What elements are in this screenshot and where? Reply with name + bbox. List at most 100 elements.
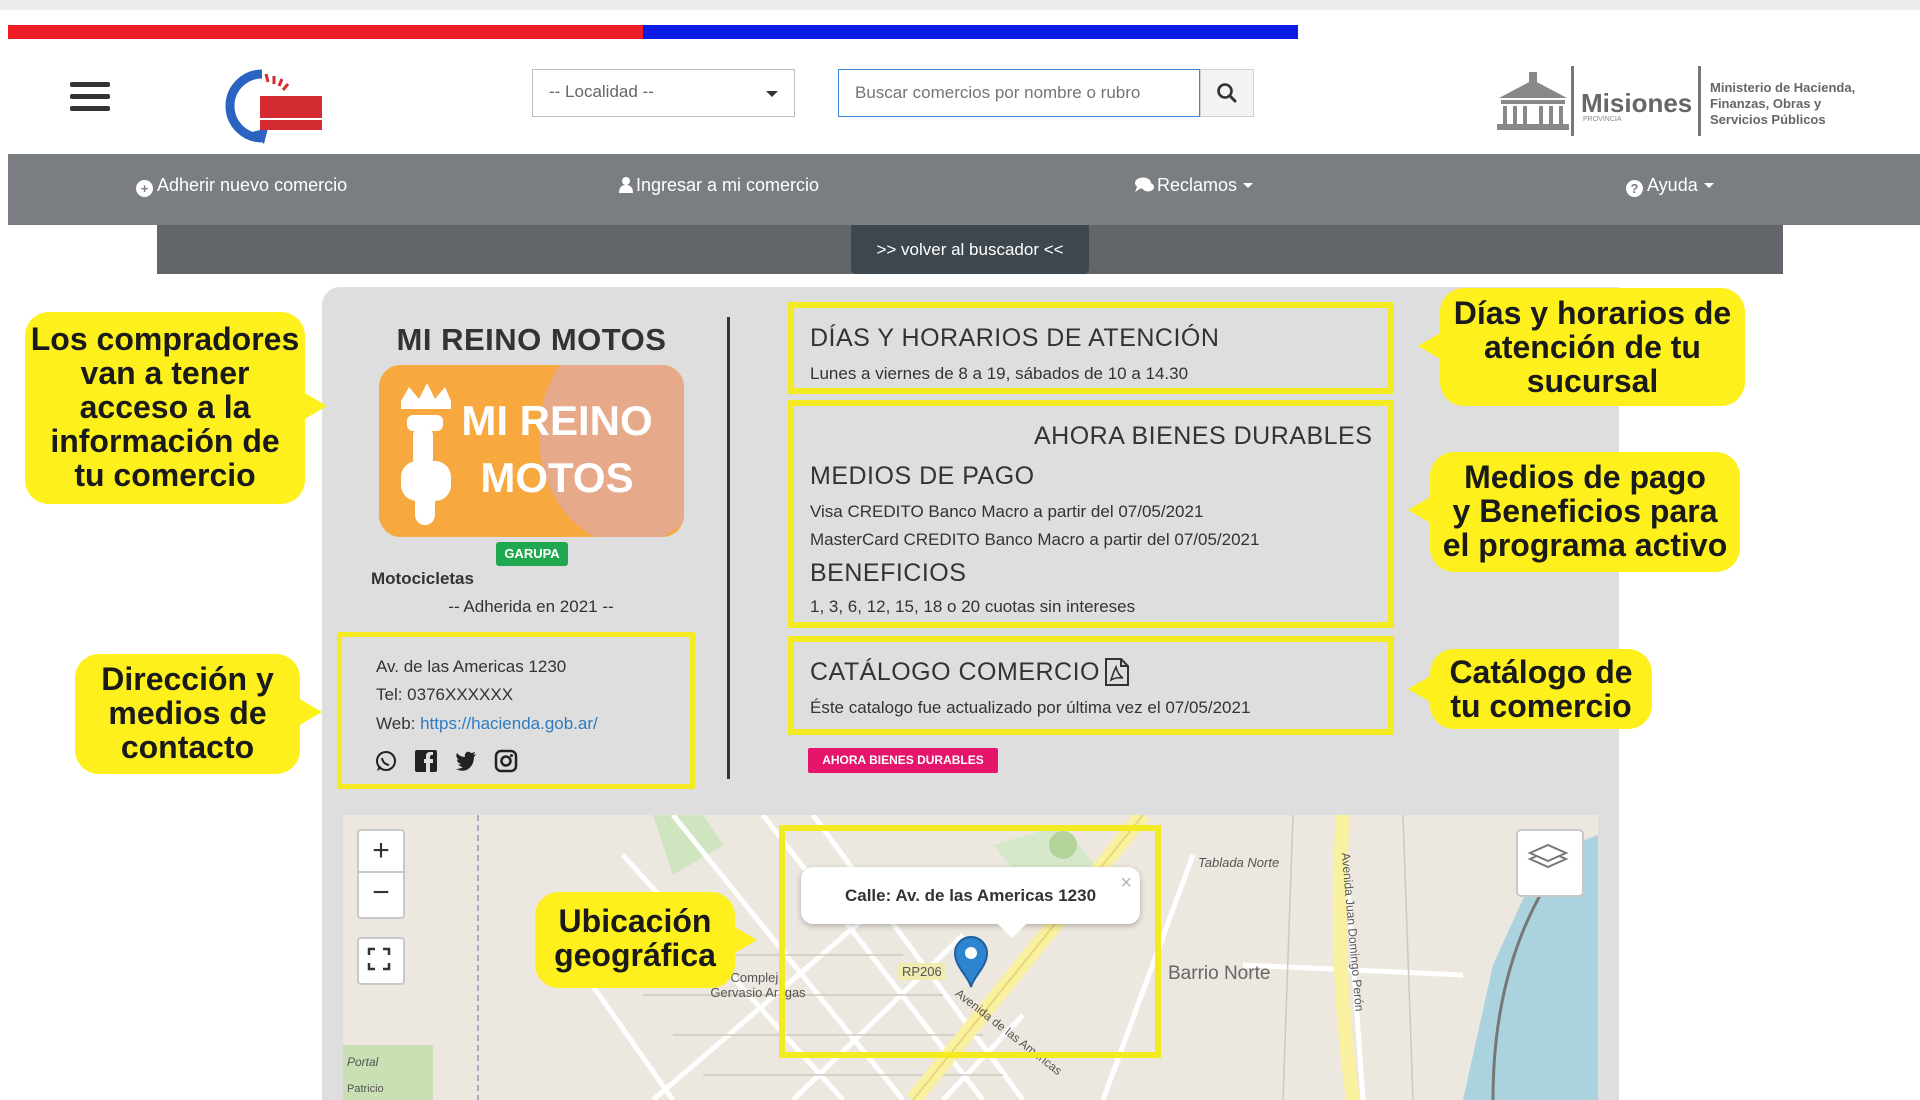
search-icon — [1217, 83, 1237, 103]
nav-reclamos-dropdown[interactable]: Reclamos — [1135, 175, 1254, 196]
hours-box: DÍAS Y HORARIOS DE ATENCIÓN Lunes a vier… — [788, 302, 1394, 394]
callout-line: tu comercio — [74, 457, 256, 493]
nav-adherir-comercio[interactable]: + Adherir nuevo comercio — [136, 175, 347, 197]
shop-logo-text: MOTOS — [480, 454, 633, 501]
catalog-box: CATÁLOGO COMERCIO Éste catalogo fue actu… — [788, 636, 1394, 735]
callout-catalogo: Catálogo de tu comercio — [1408, 649, 1652, 729]
map-place-label: Portal — [347, 1055, 379, 1069]
payments-box: AHORA BIENES DURABLES MEDIOS DE PAGO Vis… — [788, 400, 1394, 628]
callout-line: el programa activo — [1442, 527, 1728, 563]
caret-down-icon — [1703, 183, 1714, 188]
callout-direccion: Dirección y medios de contacto — [75, 654, 322, 774]
shop-web-label: Web: — [376, 714, 421, 733]
map-popup-text: Calle: Av. de las Americas 1230 — [844, 886, 1097, 905]
payments-title: MEDIOS DE PAGO — [810, 462, 1035, 490]
shop-category: Motocicletas — [371, 569, 474, 588]
layers-button[interactable] — [1516, 829, 1584, 897]
callout-line: Los compradores — [30, 321, 300, 357]
map-place-label: Tablada Norte — [1198, 855, 1280, 870]
ministry-name: Misiones — [1581, 88, 1693, 118]
flag-bar-red — [8, 25, 643, 39]
callout-line: Catálogo de — [1449, 654, 1633, 690]
column-divider — [727, 317, 730, 779]
hours-text: Lunes a viernes de 8 a 19, sábados de 10… — [810, 364, 1189, 383]
shop-name: MI REINO MOTOS — [396, 322, 667, 357]
nav-ayuda-label: Ayuda — [1647, 175, 1698, 195]
program-badge: AHORA BIENES DURABLES — [808, 748, 998, 773]
flag-bar-blue — [643, 25, 1298, 39]
pdf-file-icon[interactable] — [1104, 657, 1130, 687]
plus-circle-icon: + — [136, 180, 153, 197]
map-highlight-box — [779, 825, 1161, 1058]
ministry-subtitle: PROVINCIA — [1583, 116, 1622, 123]
callout-line: Medios de pago — [1464, 459, 1706, 495]
user-icon — [619, 177, 633, 193]
callout-medios: Medios de pago y Beneficios para el prog… — [1408, 452, 1740, 572]
search-input[interactable] — [838, 69, 1200, 117]
localidad-select-value: -- Localidad -- — [549, 82, 654, 101]
nav-ayuda-dropdown[interactable]: ? Ayuda — [1626, 175, 1714, 197]
callout-line: Días y horarios de — [1453, 295, 1732, 331]
twitter-icon[interactable] — [454, 749, 478, 773]
callout-compradores: Los compradores van a tener acceso a la … — [25, 312, 327, 504]
chevron-down-icon — [766, 91, 778, 97]
nav-ingresar-label: Ingresar a mi comercio — [636, 175, 820, 195]
shop-tel: Tel: 0376XXXXXX — [376, 685, 514, 704]
callout-line: acceso a la — [79, 389, 251, 425]
menu-icon[interactable] — [70, 82, 110, 114]
map-place-label: Patricio — [347, 1083, 384, 1095]
payment-method-item: Visa CREDITO Banco Macro a partir del 07… — [810, 502, 1204, 521]
callout-line: van a tener — [80, 355, 250, 391]
government-building-icon — [1497, 72, 1569, 130]
callout-line: información de — [50, 423, 280, 459]
map-popup: Calle: Av. de las Americas 1230 × — [801, 867, 1140, 938]
ministry-text-line: Finanzas, Obras y — [1710, 96, 1822, 111]
zoom-in-button[interactable]: + — [357, 829, 405, 877]
brand-logo — [222, 66, 327, 144]
callout-line: atención de tu — [1484, 329, 1701, 365]
catalog-title: CATÁLOGO COMERCIO — [810, 658, 1101, 686]
payment-method-item: MasterCard CREDITO Banco Macro a partir … — [810, 530, 1260, 549]
volver-buscador-button[interactable]: >> volver al buscador << — [851, 225, 1089, 274]
callout-line: Dirección y — [101, 661, 274, 697]
callout-line: tu comercio — [1450, 688, 1632, 724]
callout-dias: Días y horarios de atención de tu sucurs… — [1418, 288, 1745, 406]
nav-adherir-label: Adherir nuevo comercio — [157, 175, 348, 195]
map-place-label: Barrio Norte — [1168, 963, 1271, 984]
instagram-icon[interactable] — [494, 749, 518, 773]
comments-icon — [1135, 177, 1154, 192]
fullscreen-button[interactable] — [357, 937, 405, 985]
ministry-logo: Misiones PROVINCIA Ministerio de Haciend… — [1495, 66, 1875, 142]
hours-title: DÍAS Y HORARIOS DE ATENCIÓN — [810, 324, 1220, 352]
callout-line: medios de — [108, 695, 267, 731]
shop-address: Av. de las Americas 1230 — [376, 657, 567, 676]
callout-line: Ubicación — [558, 903, 712, 939]
callout-line: sucursal — [1526, 363, 1659, 399]
fullscreen-icon — [367, 947, 391, 971]
locality-badge: GARUPA — [496, 542, 568, 566]
main-navbar: + Adherir nuevo comercio Ingresar a mi co… — [8, 154, 1920, 225]
catalog-text: Éste catalogo fue actualizado por última… — [810, 698, 1251, 717]
callout-ubicacion: Ubicación geográfica — [535, 892, 757, 988]
question-circle-icon: ? — [1626, 180, 1643, 197]
zoom-out-button[interactable]: − — [357, 871, 405, 919]
callout-line: y Beneficios para — [1452, 493, 1718, 529]
shop-logo: MI REINO MOTOS — [379, 365, 684, 537]
benefits-title: BENEFICIOS — [810, 559, 967, 587]
caret-down-icon — [1243, 183, 1254, 188]
callout-line: geográfica — [554, 937, 716, 973]
shop-web-link[interactable]: https://hacienda.gob.ar/ — [420, 714, 598, 733]
callout-line: contacto — [120, 729, 255, 765]
program-title: AHORA BIENES DURABLES — [1034, 422, 1373, 450]
localidad-select[interactable]: -- Localidad -- — [532, 69, 795, 117]
nav-reclamos-label: Reclamos — [1157, 175, 1238, 195]
nav-ingresar-comercio[interactable]: Ingresar a mi comercio — [618, 175, 819, 196]
benefits-text: 1, 3, 6, 12, 15, 18 o 20 cuotas sin inte… — [810, 597, 1136, 616]
search-button[interactable] — [1200, 69, 1254, 117]
whatsapp-icon[interactable] — [374, 749, 398, 773]
shop-logo-text: MI REINO — [461, 397, 652, 444]
layers-icon — [1527, 843, 1569, 869]
close-icon[interactable]: × — [1120, 855, 1132, 912]
shop-adherida: -- Adherida en 2021 -- — [448, 597, 614, 616]
facebook-icon[interactable] — [414, 749, 438, 773]
